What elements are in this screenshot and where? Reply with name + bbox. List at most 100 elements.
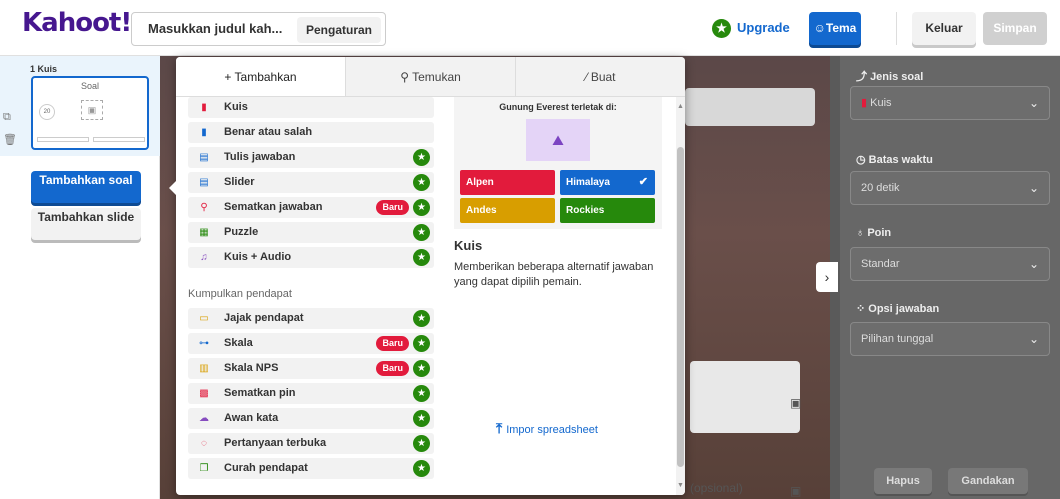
popover-pointer	[169, 180, 177, 196]
list-item[interactable]: ▥ Skala NPS Baru ★	[188, 358, 434, 379]
premium-star-icon: ★	[413, 335, 430, 352]
slide-item[interactable]: 1 Kuis Soal 20 ▣ ⧉ 🗑	[0, 56, 160, 156]
points-label: ♁ Poin	[856, 227, 892, 239]
thumb-answer-bar	[93, 137, 145, 142]
optional-hint: (opsional)	[690, 481, 743, 495]
title-placeholder: Masukkan judul kah...	[148, 21, 283, 36]
word-cloud-icon: ☁	[199, 413, 209, 424]
premium-star-icon: ★	[413, 435, 430, 452]
theme-button[interactable]: ☺Tema	[809, 12, 861, 45]
preview-answer: Andes	[460, 198, 555, 223]
list-item[interactable]: ▭ Jajak pendapat ★	[188, 308, 434, 329]
quiz-icon: ▮	[861, 97, 871, 109]
upgrade-button[interactable]: ★ Upgrade	[712, 17, 790, 39]
upgrade-label: Upgrade	[737, 20, 790, 35]
image-icon[interactable]: ▣	[790, 396, 801, 410]
slide-sidebar: 1 Kuis Soal 20 ▣ ⧉ 🗑 Tambahkan soal Tamb…	[0, 56, 160, 499]
title-input[interactable]: Masukkan judul kah... Pengaturan	[131, 12, 386, 46]
delete-button[interactable]: Hapus	[874, 468, 932, 494]
new-badge: Baru	[376, 361, 409, 376]
section-title: Kumpulkan pendapat	[188, 288, 292, 300]
question-field[interactable]	[685, 88, 815, 126]
list-item[interactable]: ▮ Kuis	[188, 97, 434, 118]
premium-star-icon: ★	[413, 385, 430, 402]
question-type-select[interactable]: ▮ Kuis ⌄	[850, 86, 1050, 120]
list-item[interactable]: ▦ Puzzle ★	[188, 222, 434, 243]
description-title: Kuis	[454, 238, 483, 253]
list-item[interactable]: ♫ Kuis + Audio ★	[188, 247, 434, 268]
premium-star-icon: ★	[413, 360, 430, 377]
duplicate-icon[interactable]: ⧉	[3, 111, 11, 124]
thumb-timer: 20	[39, 104, 55, 120]
answer-options-icon: ⁘	[856, 303, 869, 315]
clock-icon: ◷	[856, 154, 869, 166]
scroll-up-icon[interactable]: ▲	[677, 103, 684, 110]
slider-icon: ▤	[199, 177, 209, 188]
list-item[interactable]: ❐ Curah pendapat ★	[188, 458, 434, 479]
palette-icon: ☺	[813, 21, 826, 35]
image-placeholder-icon: ▣	[81, 100, 103, 120]
image-icon[interactable]: ▣	[790, 484, 801, 498]
brainstorm-icon: ❐	[199, 463, 209, 474]
theme-label: Tema	[825, 21, 857, 35]
chevron-right-icon[interactable]: ›	[816, 262, 838, 292]
import-spreadsheet-link[interactable]: ⤒ Impor spreadsheet	[496, 420, 598, 437]
list-item[interactable]: ▮ Benar atau salah	[188, 122, 434, 143]
thumb-title: Soal	[80, 81, 99, 91]
modal-tabs: + Tambahkan ⚲ Temukan ⁄ Buat	[176, 57, 685, 97]
slide-label: 1 Kuis	[30, 64, 58, 74]
duplicate-button[interactable]: Gandakan	[948, 468, 1028, 494]
time-limit-select[interactable]: 20 detik ⌄	[850, 171, 1050, 205]
scroll-down-icon[interactable]: ▼	[677, 482, 684, 489]
pin-answer-icon: ⚲	[200, 202, 208, 213]
settings-button[interactable]: Pengaturan	[296, 17, 381, 43]
list-item[interactable]: ◌ Pertanyaan terbuka ★	[188, 433, 434, 454]
kahoot-logo[interactable]: Kahoot!	[22, 8, 132, 38]
premium-star-icon: ★	[413, 199, 430, 216]
preview-answer: Alpen	[460, 170, 555, 195]
answer-box[interactable]	[690, 361, 800, 433]
puzzle-icon: ▦	[199, 227, 209, 238]
quiz-icon: ▮	[201, 102, 207, 113]
preview-question: Gunung Everest terletak di:	[499, 102, 617, 112]
open-ended-icon: ◌	[201, 438, 207, 449]
list-item[interactable]: ▩ Sematkan pin ★	[188, 383, 434, 404]
add-question-button[interactable]: Tambahkan soal	[31, 171, 141, 203]
search-icon: ⚲	[400, 70, 413, 84]
tab-discover[interactable]: ⚲ Temukan	[345, 57, 515, 96]
type-answer-icon: ▤	[199, 152, 209, 163]
list-item[interactable]: ⚲ Sematkan jawaban Baru ★	[188, 197, 434, 218]
thumb-answer-bar	[37, 137, 89, 142]
exit-button[interactable]: Keluar	[912, 12, 976, 45]
medal-icon: ♁	[856, 227, 868, 239]
true-false-icon: ▮	[201, 127, 207, 138]
list-item[interactable]: ⊶ Skala Baru ★	[188, 333, 434, 354]
time-limit-label: ◷ Batas waktu	[856, 154, 933, 166]
answer-options-select[interactable]: Pilihan tunggal ⌄	[850, 322, 1050, 356]
delete-icon[interactable]: 🗑	[3, 133, 17, 146]
add-slide-button[interactable]: Tambahkan slide	[31, 208, 141, 240]
description-text: Memberikan beberapa alternatif jawaban y…	[454, 261, 654, 288]
premium-star-icon: ★	[413, 460, 430, 477]
list-item[interactable]: ☁ Awan kata ★	[188, 408, 434, 429]
question-type-modal: + Tambahkan ⚲ Temukan ⁄ Buat ▮ Kuis ▮ Bena…	[176, 57, 685, 495]
tab-add[interactable]: + Tambahkan	[176, 57, 345, 96]
preview-answer: Rockies	[560, 198, 655, 223]
chevron-down-icon: ⌄	[1028, 257, 1039, 271]
new-badge: Baru	[376, 336, 409, 351]
slide-thumbnail[interactable]: Soal 20 ▣	[31, 76, 149, 150]
points-select[interactable]: Standar ⌄	[850, 247, 1050, 281]
modal-scrollbar[interactable]: ▲ ▼	[676, 97, 685, 495]
list-item[interactable]: ▤ Slider ★	[188, 172, 434, 193]
premium-star-icon: ★	[413, 224, 430, 241]
list-item[interactable]: ▤ Tulis jawaban ★	[188, 147, 434, 168]
tab-create[interactable]: ⁄ Buat	[515, 57, 685, 96]
settings-panel: ⤴ Jenis soal ▮ Kuis ⌄ ◷ Batas waktu 20 de…	[830, 56, 1060, 499]
premium-star-icon: ★	[413, 174, 430, 191]
scroll-thumb[interactable]	[677, 147, 684, 467]
quiz-preview: Gunung Everest terletak di: ⛰ Alpen Hima…	[454, 97, 662, 229]
save-button[interactable]: Simpan	[983, 12, 1047, 45]
answer-options-label: ⁘ Opsi jawaban	[856, 303, 940, 315]
question-type-label: ⤴ Jenis soal	[856, 71, 924, 83]
drop-pin-icon: ▩	[199, 388, 209, 399]
